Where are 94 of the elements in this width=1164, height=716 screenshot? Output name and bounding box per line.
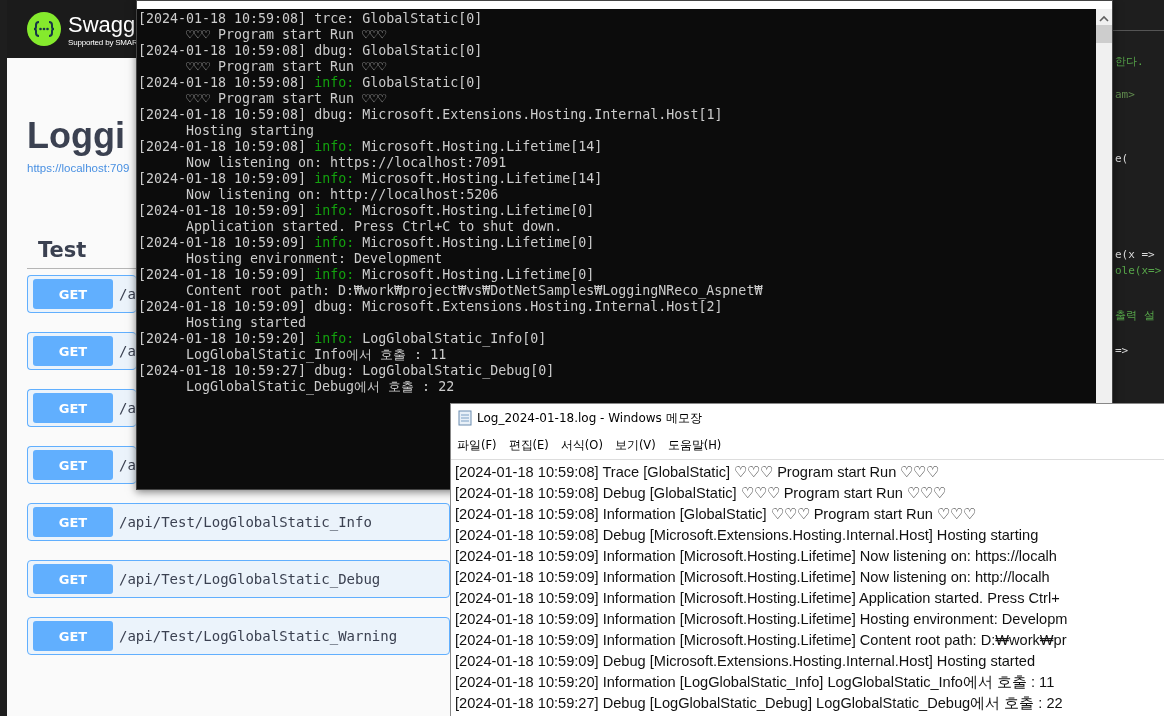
log-level: info:: [314, 235, 355, 251]
endpoint-row[interactable]: GET /api/Test/LogGlobalStatic_Info: [27, 503, 450, 541]
brand-name: Swagg: [68, 11, 136, 38]
notepad-icon: [458, 410, 472, 426]
log-timestamp: [2024-01-18 10:59:20]: [138, 331, 307, 347]
scrollbar[interactable]: [1096, 9, 1112, 403]
logo-icon: [27, 12, 61, 46]
log-message: Hosting started: [185, 315, 308, 331]
endpoint-row[interactable]: GET /api/Test/LogGlobalStatic_Debug: [27, 560, 450, 598]
log-timestamp: [2024-01-18 10:59:08]: [138, 11, 307, 27]
endpoint-path: /api/Test/LogGlobalStatic_Info: [119, 514, 372, 530]
log-line: [2024-01-18 10:59:09] Information [Microsoft.Hosting.Lifetime] Application started. Press Ctrl+: [455, 589, 1061, 608]
log-line: [2024-01-18 10:59:27] Debug [LogGlobalStatic_Debug] LogGlobalStatic_Debug에서 호출 : 22: [455, 694, 1064, 713]
endpoint-path: /a: [119, 400, 136, 416]
log-timestamp: [2024-01-18 10:59:08]: [138, 107, 307, 123]
scroll-up-icon[interactable]: [1099, 15, 1109, 23]
menu-item[interactable]: 파일(F): [457, 437, 497, 453]
log-line: [2024-01-18 10:59:09] Information [Microsoft.Hosting.Lifetime] Now listening on: http://localh: [455, 568, 1051, 587]
log-message: Hosting starting: [185, 123, 316, 139]
code-line: am>: [1114, 87, 1135, 103]
endpoint-path: /api/Test/LogGlobalStatic_Debug: [119, 571, 381, 587]
log-message: Hosting environment: Development: [185, 251, 444, 267]
log-category: LogGlobalStatic_Info[0]: [362, 331, 547, 347]
log-timestamp: [2024-01-18 10:59:09]: [138, 299, 307, 315]
log-line: [2024-01-18 10:59:09] Information [Microsoft.Hosting.Lifetime] Hosting environment: Developm: [455, 610, 1069, 629]
code-line: 출력 설: [1114, 308, 1155, 324]
log-message: LogGlobalStatic_Debug에서 호출 : 22: [185, 379, 456, 395]
code-line: ole(x=>: [1114, 263, 1162, 279]
log-level: trce:: [314, 11, 355, 27]
log-category: Microsoft.Hosting.Lifetime[14]: [362, 139, 603, 155]
code-line: e(x =>: [1114, 247, 1155, 263]
log-timestamp: [2024-01-18 10:59:08]: [138, 43, 307, 59]
log-category: GlobalStatic[0]: [362, 75, 483, 91]
endpoint-path: /a: [119, 457, 136, 473]
log-level: dbug:: [314, 107, 355, 123]
log-timestamp: [2024-01-18 10:59:08]: [138, 139, 307, 155]
log-line: [2024-01-18 10:59:08] Debug [GlobalStatic] ♡♡♡ Program start Run ♡♡♡: [455, 484, 947, 503]
log-level: dbug:: [314, 43, 355, 59]
page-title: Loggi: [27, 114, 125, 158]
log-category: Microsoft.Hosting.Lifetime[14]: [362, 171, 603, 187]
log-message: LogGlobalStatic_Info에서 호출 : 11: [185, 347, 448, 363]
endpoint-path: /api/Test/LogGlobalStatic_Warning: [119, 628, 398, 644]
endpoint-row[interactable]: GET /a: [27, 332, 136, 370]
code-line: =>: [1114, 343, 1129, 359]
endpoint-path: /a: [119, 286, 136, 302]
log-timestamp: [2024-01-18 10:59:09]: [138, 235, 307, 251]
menu-item[interactable]: 보기(V): [614, 437, 656, 453]
log-level: info:: [314, 75, 355, 91]
log-level: info:: [314, 267, 355, 283]
log-level: info:: [314, 139, 355, 155]
log-message: ♡♡♡ Program start Run ♡♡♡: [185, 91, 388, 107]
log-timestamp: [2024-01-18 10:59:09]: [138, 267, 307, 283]
menu-item[interactable]: 서식(O): [560, 437, 603, 453]
code-line: 한다.: [1114, 54, 1144, 70]
log-message: Application started. Press Ctrl+C to shut down.: [185, 219, 564, 235]
log-timestamp: [2024-01-18 10:59:08]: [138, 75, 307, 91]
log-category: Microsoft.Hosting.Lifetime[0]: [362, 203, 595, 219]
log-level: info:: [314, 171, 355, 187]
log-category: Microsoft.Hosting.Lifetime[0]: [362, 235, 595, 251]
log-category: Microsoft.Hosting.Lifetime[0]: [362, 267, 595, 283]
menu-item[interactable]: 도움말(H): [667, 437, 722, 453]
log-level: info:: [314, 203, 355, 219]
endpoint-row[interactable]: GET /a: [27, 275, 136, 313]
log-message: Now listening on: http://localhost:5206: [185, 187, 500, 203]
log-level: info:: [314, 331, 355, 347]
window-title: Log_2024-01-18.log - Windows 메모장: [477, 409, 702, 427]
log-category: GlobalStatic[0]: [362, 43, 483, 59]
scroll-thumb[interactable]: [1096, 25, 1112, 43]
log-timestamp: [2024-01-18 10:59:27]: [138, 363, 307, 379]
log-message: Now listening on: https://localhost:7091: [185, 155, 508, 171]
endpoint-row[interactable]: GET /a: [27, 389, 136, 427]
log-line: [2024-01-18 10:59:20] Information [LogGlobalStatic_Info] LogGlobalStatic_Info에서 호출 : 11: [455, 673, 1056, 692]
endpoint-path: /a: [119, 343, 136, 359]
log-line: [2024-01-18 10:59:09] Debug [Microsoft.Extensions.Hosting.Internal.Host] Hosting started: [455, 652, 1037, 671]
endpoint-row[interactable]: GET /a: [27, 446, 136, 484]
log-level: dbug:: [314, 299, 355, 315]
code-line: e(: [1114, 151, 1129, 167]
log-line: [2024-01-18 10:59:09] Information [Microsoft.Hosting.Lifetime] Content root path: D:₩work₩pr: [455, 631, 1068, 650]
log-category: LogGlobalStatic_Debug[0]: [362, 363, 555, 379]
log-message: ♡♡♡ Program start Run ♡♡♡: [185, 59, 388, 75]
menu-item[interactable]: 편집(E): [508, 437, 549, 453]
log-timestamp: [2024-01-18 10:59:09]: [138, 203, 307, 219]
log-message: Content root path: D:₩work₩project₩vs₩DotNetSamples₩LoggingNReco_Aspnet₩: [185, 283, 764, 299]
log-line: [2024-01-18 10:59:09] Information [Microsoft.Hosting.Lifetime] Now listening on: https://localh: [455, 547, 1058, 566]
log-category: GlobalStatic[0]: [362, 11, 483, 27]
endpoint-row[interactable]: GET /api/Test/LogGlobalStatic_Warning: [27, 617, 450, 655]
log-line: [2024-01-18 10:59:08] Debug [Microsoft.Extensions.Hosting.Internal.Host] Hosting starting: [455, 526, 1040, 545]
log-line: [2024-01-18 10:59:08] Trace [GlobalStatic] ♡♡♡ Program start Run ♡♡♡: [455, 463, 941, 482]
log-category: Microsoft.Extensions.Hosting.Internal.Host[2]: [362, 299, 723, 315]
log-level: dbug:: [314, 363, 355, 379]
log-timestamp: [2024-01-18 10:59:09]: [138, 171, 307, 187]
log-message: ♡♡♡ Program start Run ♡♡♡: [185, 27, 388, 43]
log-category: Microsoft.Extensions.Hosting.Internal.Host[1]: [362, 107, 723, 123]
log-line: [2024-01-18 10:59:08] Information [GlobalStatic] ♡♡♡ Program start Run ♡♡♡: [455, 505, 977, 524]
